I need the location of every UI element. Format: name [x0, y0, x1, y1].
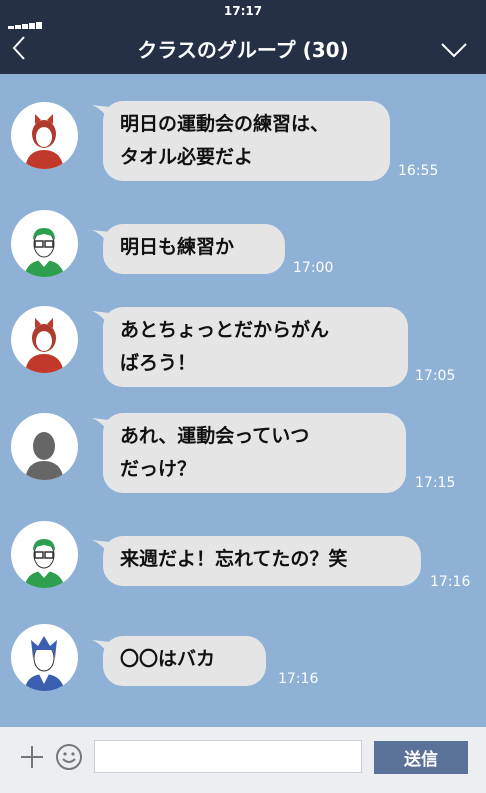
chat-bubble[interactable]: 来週だよ！忘れてたの？笑	[103, 536, 421, 586]
message-time: 17:15	[415, 475, 456, 491]
bubble-text-line: だっけ？	[120, 458, 197, 480]
bubble-text-line: ばろう！	[120, 352, 197, 374]
silhouette-avatar[interactable]	[11, 413, 78, 480]
boy-glasses-avatar[interactable]	[11, 210, 78, 277]
chat-bubble[interactable]: あとちょっとだからがん ばろう！	[103, 307, 408, 387]
girl-avatar[interactable]	[11, 102, 78, 169]
spiky-hair-boy-avatar[interactable]	[11, 624, 78, 691]
chat-bubble[interactable]: 〇〇はバカ	[103, 636, 266, 686]
bubble-text-line: 明日も練習か	[120, 236, 235, 258]
message-time: 16:55	[398, 163, 439, 179]
bubble-text-line: あれ、運動会っていつ	[120, 425, 310, 447]
status-time: 17:17	[223, 4, 263, 18]
bubble-text-line: 明日の運動会の練習は、	[120, 113, 330, 135]
chat-bubble[interactable]: あれ、運動会っていつ だっけ？	[103, 413, 406, 493]
message-time: 17:05	[415, 368, 456, 384]
bubble-text-line: あとちょっとだからがん	[120, 319, 330, 341]
bubble-text-line: 〇〇はバカ	[120, 648, 216, 670]
smiley-icon[interactable]	[55, 743, 83, 771]
message-time: 17:00	[293, 260, 334, 276]
send-button[interactable]: 送信	[374, 741, 468, 774]
message-input[interactable]	[94, 740, 362, 773]
bubble-text-line: 来週だよ！忘れてたの？笑	[120, 548, 348, 570]
girl-avatar[interactable]	[11, 306, 78, 373]
chat-bubble[interactable]: 明日の運動会の練習は、 タオル必要だよ	[103, 101, 390, 181]
message-time: 17:16	[430, 574, 471, 590]
chat-title: クラスのグループ (30)	[137, 38, 349, 62]
chat-bubble[interactable]: 明日も練習か	[103, 224, 285, 274]
message-time: 17:16	[278, 671, 319, 687]
header-bar: 17:17 クラスのグループ (30)	[0, 0, 486, 74]
plus-icon[interactable]	[20, 745, 44, 769]
bubble-text-line: タオル必要だよ	[120, 146, 254, 168]
boy-glasses-avatar[interactable]	[11, 521, 78, 588]
chevron-down-icon[interactable]	[440, 40, 468, 60]
